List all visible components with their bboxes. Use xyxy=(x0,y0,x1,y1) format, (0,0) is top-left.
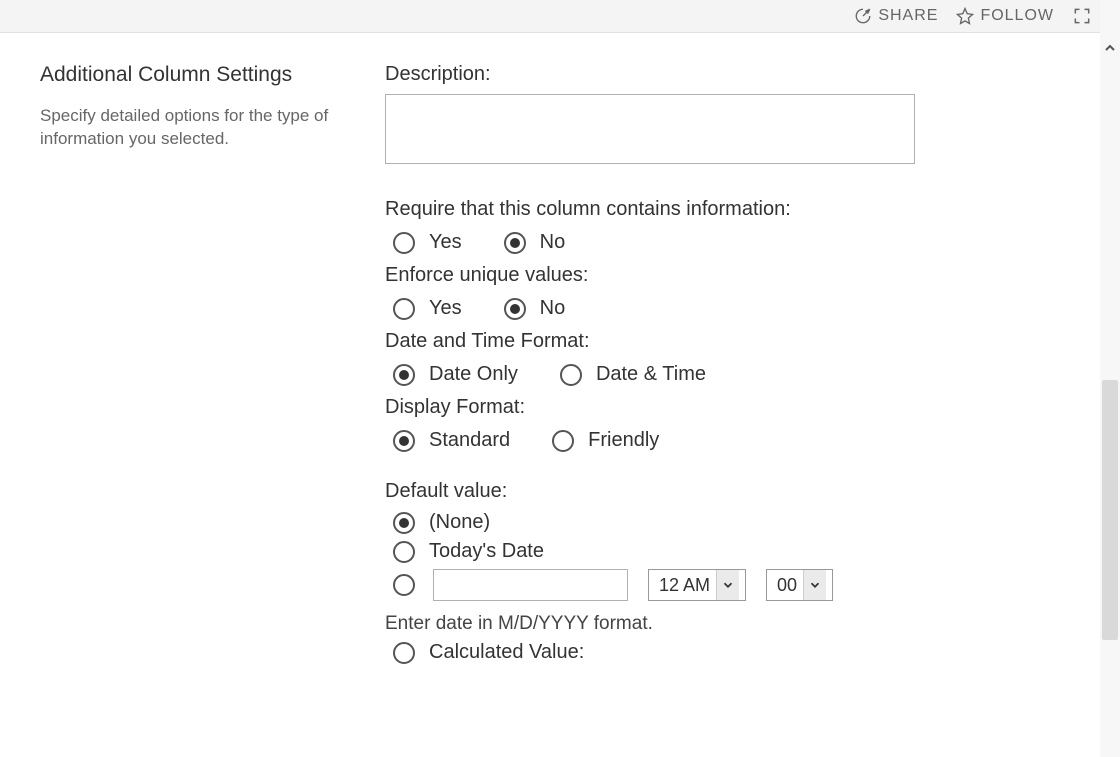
focus-icon[interactable] xyxy=(1072,6,1092,26)
description-field: Description: xyxy=(385,63,1080,170)
unique-yes-label: Yes xyxy=(429,297,462,320)
default-hour-value: 12 AM xyxy=(659,575,710,596)
default-specific-radio[interactable] xyxy=(393,574,415,596)
display-friendly-label: Friendly xyxy=(588,429,659,452)
display-standard-label: Standard xyxy=(429,429,510,452)
default-value-field: Default value: (None) Today's Date 12 AM xyxy=(385,480,1080,664)
display-field: Display Format: Standard Friendly xyxy=(385,396,1080,452)
display-label: Display Format: xyxy=(385,396,1080,419)
default-today-label: Today's Date xyxy=(429,540,544,563)
top-toolbar: SHARE FOLLOW xyxy=(0,0,1120,33)
left-column: Additional Column Settings Specify detai… xyxy=(40,63,385,692)
section-blurb: Specify detailed options for the type of… xyxy=(40,105,355,151)
scrollbar-track[interactable] xyxy=(1100,0,1120,757)
default-label: Default value: xyxy=(385,480,1080,503)
description-label: Description: xyxy=(385,63,1080,86)
page-body: Additional Column Settings Specify detai… xyxy=(0,33,1120,722)
follow-button[interactable]: FOLLOW xyxy=(956,7,1054,25)
settings-panel: Description: Require that this column co… xyxy=(385,63,1080,692)
scrollbar-thumb[interactable] xyxy=(1102,380,1118,640)
datefmt-datetime-label: Date & Time xyxy=(596,363,706,386)
star-icon xyxy=(956,7,974,25)
display-friendly-radio[interactable] xyxy=(552,430,574,452)
scroll-up-icon[interactable] xyxy=(1102,40,1118,56)
require-no-radio[interactable] xyxy=(504,232,526,254)
default-hour-select[interactable]: 12 AM xyxy=(648,569,746,601)
default-today-radio[interactable] xyxy=(393,541,415,563)
unique-field: Enforce unique values: Yes No xyxy=(385,264,1080,320)
unique-label: Enforce unique values: xyxy=(385,264,1080,287)
default-calc-radio[interactable] xyxy=(393,642,415,664)
default-none-label: (None) xyxy=(429,511,490,534)
default-minute-value: 00 xyxy=(777,575,797,596)
description-input[interactable] xyxy=(385,94,915,164)
datefmt-field: Date and Time Format: Date Only Date & T… xyxy=(385,330,1080,386)
require-yes-label: Yes xyxy=(429,231,462,254)
share-label: SHARE xyxy=(878,7,938,25)
default-minute-select[interactable]: 00 xyxy=(766,569,833,601)
default-none-radio[interactable] xyxy=(393,512,415,534)
datefmt-datetime-radio[interactable] xyxy=(560,364,582,386)
section-heading: Additional Column Settings xyxy=(40,63,355,87)
require-yes-radio[interactable] xyxy=(393,232,415,254)
share-icon xyxy=(854,7,872,25)
datefmt-dateonly-label: Date Only xyxy=(429,363,518,386)
follow-label: FOLLOW xyxy=(980,7,1054,25)
unique-yes-radio[interactable] xyxy=(393,298,415,320)
share-button[interactable]: SHARE xyxy=(854,7,938,25)
require-field: Require that this column contains inform… xyxy=(385,198,1080,254)
chevron-down-icon xyxy=(716,570,739,600)
unique-no-label: No xyxy=(540,297,566,320)
datefmt-label: Date and Time Format: xyxy=(385,330,1080,353)
default-helper-text: Enter date in M/D/YYYY format. xyxy=(385,613,1080,635)
chevron-down-icon xyxy=(803,570,826,600)
unique-no-radio[interactable] xyxy=(504,298,526,320)
default-calc-label: Calculated Value: xyxy=(429,641,584,664)
display-standard-radio[interactable] xyxy=(393,430,415,452)
require-no-label: No xyxy=(540,231,566,254)
datefmt-dateonly-radio[interactable] xyxy=(393,364,415,386)
require-label: Require that this column contains inform… xyxy=(385,198,1080,221)
default-date-input[interactable] xyxy=(433,569,628,601)
